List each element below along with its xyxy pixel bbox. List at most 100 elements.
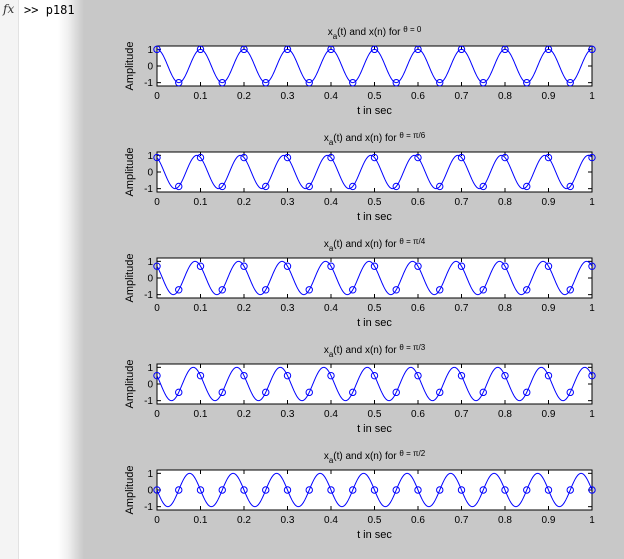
- x-tick-label: 0: [154, 303, 160, 314]
- x-tick-label: 1: [589, 197, 595, 208]
- x-axis-label: t in sec: [357, 423, 392, 435]
- x-tick-label: 0.3: [281, 197, 295, 208]
- title-value: = π/4: [404, 237, 426, 246]
- title-rest: (t) and x(n) for: [333, 345, 399, 356]
- subplot-3: 0 0.1 0.2 0.3 0.4 0.5 0.6 0.7 0.8 0.9 1-101xa(t) a…: [124, 237, 596, 329]
- y-tick-label: 1: [147, 257, 153, 268]
- y-tick-label: -1: [144, 184, 153, 195]
- y-tick-label: -1: [144, 502, 153, 513]
- x-tick-label: 0.8: [498, 409, 512, 420]
- y-axis-label: Amplitude: [124, 466, 136, 515]
- x-tick-label: 0.3: [281, 91, 295, 102]
- x-tick-label: 0.3: [281, 303, 295, 314]
- axes-box: [156, 45, 593, 87]
- x-tick-label: 1: [589, 91, 595, 102]
- x-tick-label: 0.7: [455, 409, 469, 420]
- x-tick-label: 0.7: [455, 197, 469, 208]
- x-tick-label: 0.1: [194, 303, 208, 314]
- x-tick-label: 1: [589, 409, 595, 420]
- x-tick-label: 0.9: [542, 303, 556, 314]
- x-tick-label: 0.5: [368, 515, 382, 526]
- x-axis-label: t in sec: [357, 529, 392, 541]
- x-tick-label: 0.4: [324, 303, 338, 314]
- subplot-title: xa(t) and x(n) for θ = π/3: [324, 343, 426, 359]
- x-tick-label: 0: [154, 91, 160, 102]
- x-tick-label: 0.4: [324, 197, 338, 208]
- y-tick-label: -1: [144, 290, 153, 301]
- x-tick-label: 0.2: [237, 303, 251, 314]
- y-axis-label: Amplitude: [124, 360, 136, 409]
- x-tick-label: 0.7: [455, 91, 469, 102]
- y-axis-label: Amplitude: [124, 148, 136, 197]
- x-tick-label: 0: [154, 197, 160, 208]
- x-tick-label: 0.1: [194, 409, 208, 420]
- title-value: = π/3: [404, 343, 426, 352]
- title-rest: (t) and x(n) for: [333, 239, 399, 250]
- x-tick-label: 0: [154, 409, 160, 420]
- x-tick-label: 0.4: [324, 91, 338, 102]
- x-axis-label: t in sec: [357, 105, 392, 117]
- x-tick-label: 0.5: [368, 303, 382, 314]
- x-tick-label: 0.1: [194, 91, 208, 102]
- x-tick-label: 0.6: [411, 197, 425, 208]
- x-axis-label: t in sec: [357, 211, 392, 223]
- x-tick-label: 0.7: [455, 303, 469, 314]
- y-axis-label: Amplitude: [124, 42, 136, 91]
- x-tick-label: 0.8: [498, 515, 512, 526]
- x-tick-label: 0.2: [237, 409, 251, 420]
- x-tick-label: 0.5: [368, 91, 382, 102]
- axes-box: [156, 363, 593, 405]
- x-tick-label: 0.8: [498, 197, 512, 208]
- subplot-title: xa(t) and x(n) for θ = π/2: [324, 449, 426, 465]
- y-tick-label: 0: [147, 380, 153, 391]
- subplot-title: xa(t) and x(n) for θ = 0: [328, 25, 422, 41]
- y-tick-label: -1: [144, 396, 153, 407]
- x-tick-label: 0.6: [411, 303, 425, 314]
- y-tick-label: 1: [147, 363, 153, 374]
- title-value: = π/2: [404, 449, 426, 458]
- subplot-title: xa(t) and x(n) for θ = π/6: [324, 131, 426, 147]
- subplot-1: 0 0.1 0.2 0.3 0.4 0.5 0.6 0.7 0.8 0.9 1-101xa(t) a…: [124, 25, 596, 117]
- axes-box: [156, 257, 593, 299]
- x-tick-label: 0.9: [542, 409, 556, 420]
- subplot-4: 0 0.1 0.2 0.3 0.4 0.5 0.6 0.7 0.8 0.9 1-101xa(t) a…: [124, 343, 596, 435]
- x-tick-label: 0.9: [542, 91, 556, 102]
- x-tick-label: 0.3: [281, 515, 295, 526]
- x-tick-label: 0.8: [498, 91, 512, 102]
- x-tick-label: 0: [154, 515, 160, 526]
- x-axis-label: t in sec: [357, 317, 392, 329]
- x-tick-label: 0.6: [411, 91, 425, 102]
- y-tick-label: 1: [147, 151, 153, 162]
- x-tick-label: 0.5: [368, 197, 382, 208]
- x-tick-label: 0.6: [411, 409, 425, 420]
- title-value: = 0: [408, 25, 422, 34]
- x-tick-label: 0.4: [324, 515, 338, 526]
- title-rest: (t) and x(n) for: [333, 133, 399, 144]
- y-tick-label: 0: [147, 62, 153, 73]
- y-tick-label: 0: [147, 486, 153, 497]
- title-rest: (t) and x(n) for: [337, 27, 403, 38]
- y-tick-label: 1: [147, 469, 153, 480]
- title-value: = π/6: [404, 131, 426, 140]
- y-tick-label: -1: [144, 78, 153, 89]
- figure-canvas: 0 0.1 0.2 0.3 0.4 0.5 0.6 0.7 0.8 0.9 1-101xa(t) a…: [124, 25, 596, 541]
- x-tick-label: 0.1: [194, 515, 208, 526]
- subplot-2: 0 0.1 0.2 0.3 0.4 0.5 0.6 0.7 0.8 0.9 1-101xa(t) a…: [124, 131, 596, 223]
- x-tick-label: 0.8: [498, 303, 512, 314]
- x-tick-label: 0.2: [237, 197, 251, 208]
- x-tick-label: 0.2: [237, 515, 251, 526]
- x-tick-label: 1: [589, 515, 595, 526]
- x-tick-label: 0.7: [455, 515, 469, 526]
- x-tick-label: 0.9: [542, 197, 556, 208]
- x-tick-label: 0.4: [324, 409, 338, 420]
- x-tick-label: 0.6: [411, 515, 425, 526]
- subplot-5: 0 0.1 0.2 0.3 0.4 0.5 0.6 0.7 0.8 0.9 1-101xa(t) a…: [124, 449, 596, 541]
- x-tick-label: 1: [589, 303, 595, 314]
- x-tick-label: 0.5: [368, 409, 382, 420]
- x-tick-label: 0.2: [237, 91, 251, 102]
- title-rest: (t) and x(n) for: [333, 451, 399, 462]
- x-tick-label: 0.3: [281, 409, 295, 420]
- y-axis-label: Amplitude: [124, 254, 136, 303]
- x-tick-label: 0.1: [194, 197, 208, 208]
- x-tick-label: 0.9: [542, 515, 556, 526]
